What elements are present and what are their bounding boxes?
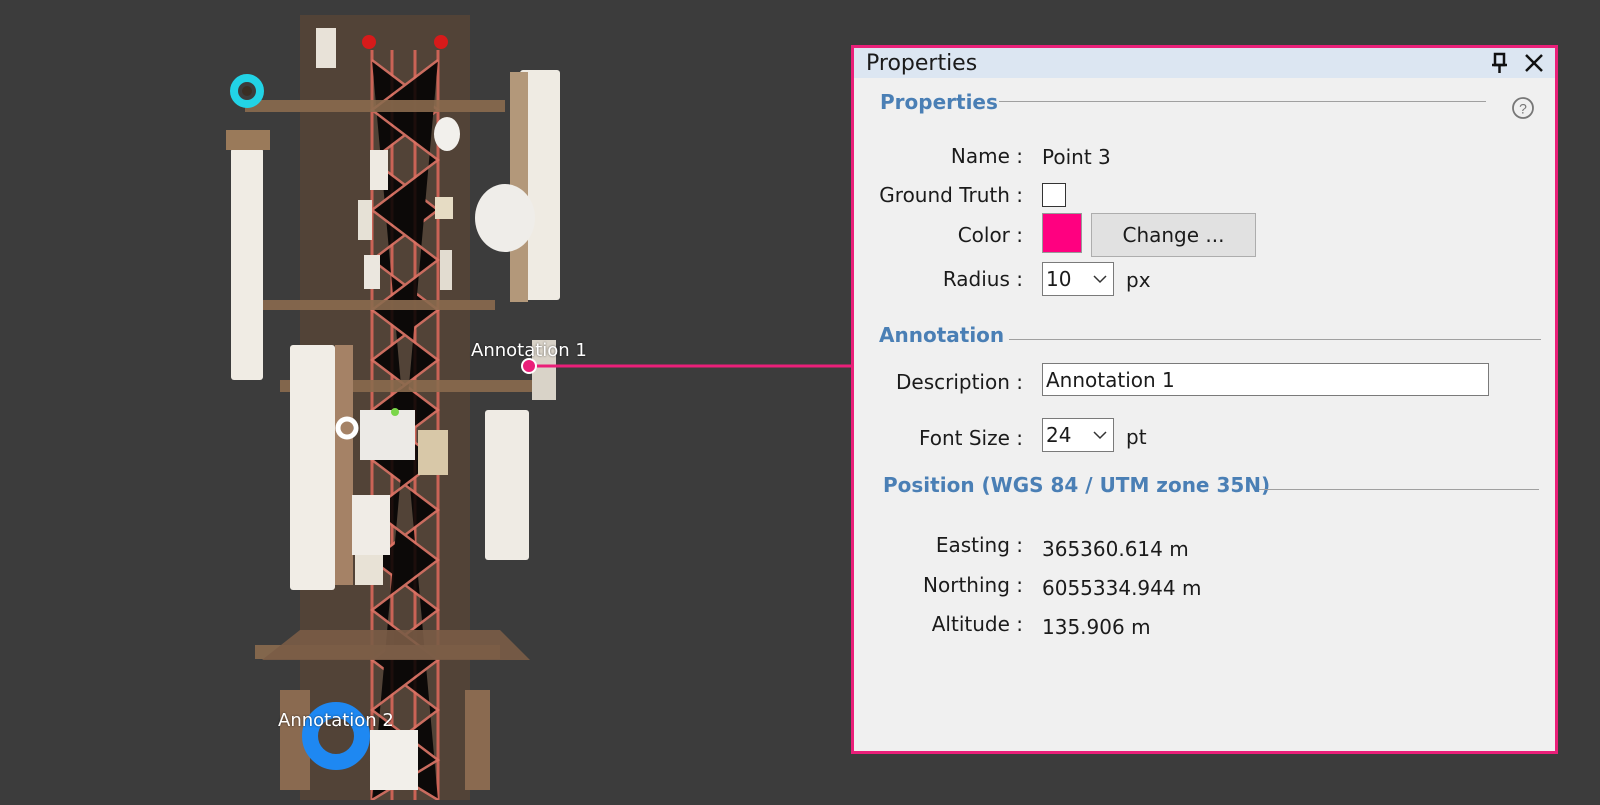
point-green-marker[interactable] xyxy=(391,408,399,416)
pin-icon[interactable] xyxy=(1487,50,1513,76)
help-icon[interactable]: ? xyxy=(1510,95,1536,121)
panel-title: Properties xyxy=(866,51,978,76)
radius-select[interactable]: 10 xyxy=(1042,262,1114,296)
color-label: Color : xyxy=(957,223,1023,247)
annotation-1-label: Annotation 1 xyxy=(471,340,587,361)
northing-value: 6055334.944 m xyxy=(1042,576,1202,600)
annotation-2-label: Annotation 2 xyxy=(278,710,394,731)
section-divider xyxy=(999,101,1486,102)
ground-truth-checkbox[interactable] xyxy=(1042,183,1066,207)
easting-value: 365360.614 m xyxy=(1042,537,1189,561)
properties-panel: Properties Properties ? Name : Point 3 G… xyxy=(851,45,1558,754)
name-label: Name : xyxy=(950,144,1023,168)
annotation-section-header: Annotation xyxy=(879,323,1005,347)
radius-label: Radius : xyxy=(942,267,1023,291)
description-label: Description : xyxy=(895,370,1023,394)
northing-label: Northing : xyxy=(923,573,1023,597)
panel-titlebar[interactable]: Properties xyxy=(854,48,1555,78)
font-size-value: 24 xyxy=(1046,423,1072,447)
ground-truth-label: Ground Truth : xyxy=(879,183,1023,207)
properties-section-header: Properties xyxy=(880,90,998,114)
svg-text:?: ? xyxy=(1519,101,1527,117)
font-size-select[interactable]: 24 xyxy=(1042,418,1114,452)
radius-value: 10 xyxy=(1046,267,1072,291)
radius-unit: px xyxy=(1126,268,1151,292)
name-value: Point 3 xyxy=(1042,145,1111,169)
section-divider xyxy=(1009,339,1541,340)
easting-label: Easting : xyxy=(935,533,1023,557)
color-swatch[interactable] xyxy=(1042,213,1082,253)
font-size-label: Font Size : xyxy=(918,426,1023,450)
chevron-down-icon xyxy=(1093,275,1107,284)
section-divider xyxy=(1259,489,1539,490)
description-input[interactable]: Annotation 1 xyxy=(1042,363,1489,396)
chevron-down-icon xyxy=(1093,431,1107,440)
annotation-1-marker[interactable] xyxy=(521,358,537,374)
font-size-unit: pt xyxy=(1126,425,1147,449)
position-section-header: Position (WGS 84 / UTM zone 35N) xyxy=(883,473,1271,497)
change-color-button[interactable]: Change ... xyxy=(1091,213,1256,257)
altitude-label: Altitude : xyxy=(931,612,1023,636)
close-icon[interactable] xyxy=(1521,50,1547,76)
altitude-value: 135.906 m xyxy=(1042,615,1151,639)
